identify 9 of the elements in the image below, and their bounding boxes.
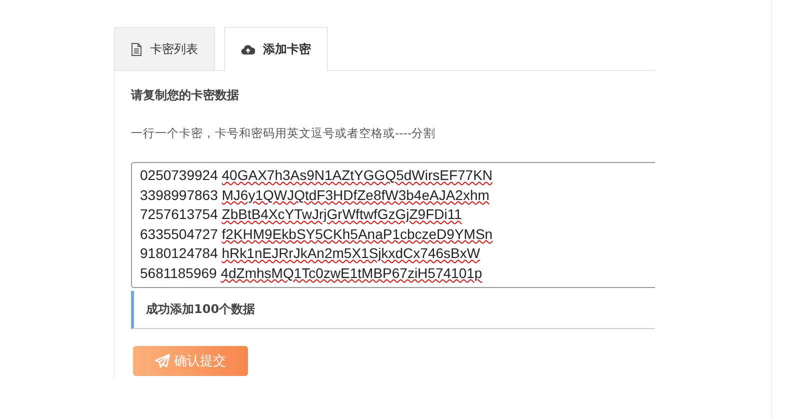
cloud-upload-icon: [241, 44, 255, 55]
tab[interactable]: 添加卡密: [224, 27, 328, 71]
tab[interactable]: 卡密列表: [114, 27, 215, 70]
card-data-field[interactable]: 0250739924 40GAX7h3As9N1AZtYGGQ5dWirsEF77KN 3398997863 MJ6y1QWJQtdF3HDfZe8fW3b4eAJA2xhm 7257613754 ZbBtB4XcYTwJrjGrWftwfGzGjZ9FDi11 6335504727 f2KHM9EkbSY5CKh5AnaP1cbczeD9YMSn 9180124784 hRk1nEJRrJkAn2m5X1SjkxdCx746sBxW 5681185969 4dZmhsMQ1Tc0zwE1tMBP67ziH574101p: [131, 162, 655, 288]
section-heading: 请复制您的卡密数据: [131, 87, 240, 104]
document-icon: [131, 42, 142, 56]
send-icon: [155, 354, 170, 368]
hint-text: 一行一个卡密，卡号和密码用英文逗号或者空格或----分割: [131, 126, 437, 141]
success-alert: 成功添加100个数据: [131, 291, 655, 329]
